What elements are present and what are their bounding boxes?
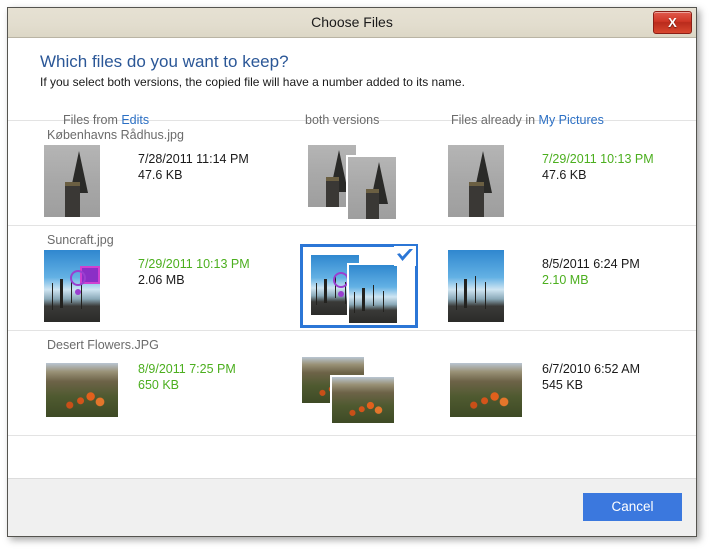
table-row: Københavns Rådhus.jpg 7/28/2011 11:14 PM… xyxy=(8,121,696,226)
file-size: 2.06 MB xyxy=(138,273,185,287)
file-meta-destination: 7/29/2011 10:13 PM 47.6 KB xyxy=(542,151,654,183)
file-size: 545 KB xyxy=(542,378,584,392)
close-button[interactable]: X xyxy=(653,11,692,34)
choose-files-dialog: Choose Files X Which files do you want t… xyxy=(7,7,697,537)
dialog-title: Choose Files xyxy=(311,14,393,30)
version-option-source[interactable]: 7/28/2011 11:14 PM 47.6 KB xyxy=(44,145,274,219)
file-date: 8/9/2011 7:25 PM xyxy=(138,362,236,376)
file-meta-source: 7/29/2011 10:13 PM 2.06 MB xyxy=(138,256,250,288)
file-size: 47.6 KB xyxy=(542,168,587,182)
thumbnail-source xyxy=(44,145,100,217)
page-title: Which files do you want to keep? xyxy=(40,52,289,71)
version-option-destination[interactable]: 6/7/2010 6:52 AM 545 KB xyxy=(448,355,678,429)
table-row-empty xyxy=(8,436,696,478)
cancel-button[interactable]: Cancel xyxy=(583,493,682,521)
dialog-body: Which files do you want to keep? If you … xyxy=(8,38,696,478)
thumbnail-destination xyxy=(450,363,522,417)
column-headers: Files from Edits both versions Files alr… xyxy=(8,105,696,127)
file-date: 7/29/2011 10:13 PM xyxy=(138,257,250,271)
file-meta-destination: 6/7/2010 6:52 AM 545 KB xyxy=(542,361,640,393)
version-option-destination[interactable]: 7/29/2011 10:13 PM 47.6 KB xyxy=(448,145,678,219)
version-option-source[interactable]: 8/9/2011 7:25 PM 650 KB xyxy=(44,355,274,429)
file-meta-source: 7/28/2011 11:14 PM 47.6 KB xyxy=(138,151,249,183)
thumbnail-destination xyxy=(448,145,504,217)
thumbnail-both-front xyxy=(346,155,398,221)
table-row: Desert Flowers.JPG 8/9/2011 7:25 PM 650 … xyxy=(8,331,696,436)
file-date: 7/29/2011 10:13 PM xyxy=(542,152,654,166)
selected-check-icon xyxy=(394,246,416,266)
version-option-both[interactable] xyxy=(300,244,418,328)
thumbnail-both-front xyxy=(347,263,399,325)
file-date: 8/5/2011 6:24 PM xyxy=(542,257,640,271)
file-meta-destination: 8/5/2011 6:24 PM 2.10 MB xyxy=(542,256,640,288)
file-size: 47.6 KB xyxy=(138,168,183,182)
page-subtitle: If you select both versions, the copied … xyxy=(40,75,465,89)
thumbnail-both-front xyxy=(330,375,396,425)
version-option-source[interactable]: 7/29/2011 10:13 PM 2.06 MB xyxy=(44,250,274,324)
version-option-destination[interactable]: 8/5/2011 6:24 PM 2.10 MB xyxy=(448,250,678,324)
dialog-footer: Cancel xyxy=(8,478,696,536)
desktop-background: Choose Files X Which files do you want t… xyxy=(0,0,709,550)
dialog-titlebar[interactable]: Choose Files X xyxy=(8,8,696,38)
table-row: Suncraft.jpg 7/29/2011 10:13 PM 2.06 MB xyxy=(8,226,696,331)
file-rows-list: Københavns Rådhus.jpg 7/28/2011 11:14 PM… xyxy=(8,120,696,478)
file-name: Desert Flowers.JPG xyxy=(47,338,159,352)
thumbnail-source xyxy=(46,363,118,417)
close-icon: X xyxy=(668,15,677,30)
file-date: 6/7/2010 6:52 AM xyxy=(542,362,640,376)
intro-section: Which files do you want to keep? If you … xyxy=(8,38,696,89)
file-meta-source: 8/9/2011 7:25 PM 650 KB xyxy=(138,361,236,393)
file-size: 650 KB xyxy=(138,378,180,392)
thumbnail-destination xyxy=(448,250,504,322)
file-name: Københavns Rådhus.jpg xyxy=(47,128,184,142)
thumbnail-source xyxy=(44,250,100,322)
file-date: 7/28/2011 11:14 PM xyxy=(138,152,249,166)
file-name: Suncraft.jpg xyxy=(47,233,114,247)
file-size: 2.10 MB xyxy=(542,273,589,287)
version-option-both[interactable] xyxy=(300,139,418,223)
version-option-both[interactable] xyxy=(300,349,418,433)
